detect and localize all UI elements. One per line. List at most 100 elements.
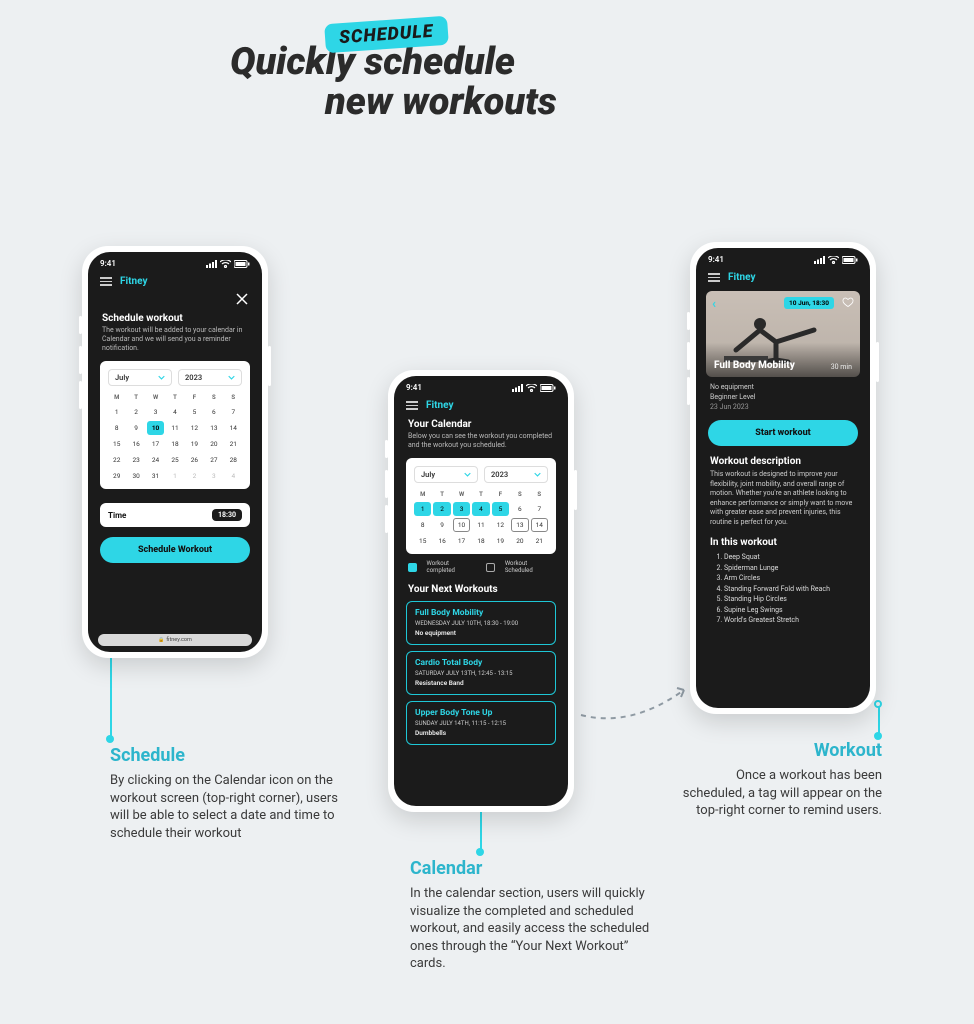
calendar-day[interactable]: 26 [186, 453, 203, 467]
workout-card-title: Upper Body Tone Up [415, 708, 547, 718]
calendar-day[interactable]: 29 [108, 469, 125, 483]
calendar-day[interactable]: 22 [108, 453, 125, 467]
calendar-day[interactable]: 7 [531, 502, 548, 516]
workout-card-meta: SATURDAY JULY 13TH, 12:45 - 13:15 [415, 670, 547, 677]
calendar-day[interactable]: 20 [511, 534, 528, 548]
calendar-day[interactable]: 10 [147, 421, 164, 435]
calendar-day[interactable]: 27 [205, 453, 222, 467]
calendar-dow: F [186, 392, 203, 403]
start-workout-button[interactable]: Start workout [708, 420, 858, 446]
time-picker[interactable]: Time 18:30 [100, 503, 250, 527]
calendar-day[interactable]: 2 [127, 405, 144, 419]
calendar-day[interactable]: 6 [205, 405, 222, 419]
calendar-day[interactable]: 21 [531, 534, 548, 548]
calendar-day[interactable]: 4 [225, 469, 242, 483]
calendar-day[interactable]: 5 [186, 405, 203, 419]
month-select[interactable]: July [108, 369, 172, 386]
calendar-day[interactable]: 15 [414, 534, 431, 548]
calendar-day[interactable]: 31 [147, 469, 164, 483]
workout-meta: No equipment Beginner Level 23 Jun 2023 [696, 377, 870, 414]
calendar-day[interactable]: 17 [453, 534, 470, 548]
menu-icon[interactable] [406, 401, 418, 410]
calendar-day[interactable]: 3 [147, 405, 164, 419]
calendar-legend: Workout completed Workout Scheduled [394, 554, 568, 582]
calendar-day[interactable]: 4 [472, 502, 489, 516]
legend-completed-label: Workout completed [427, 560, 477, 574]
schedule-subtitle: The workout will be added to your calend… [88, 324, 262, 361]
workout-card-meta: SUNDAY JULY 14TH, 11:15 - 12:15 [415, 720, 547, 727]
caption-title: Calendar [410, 858, 650, 879]
calendar-day[interactable]: 20 [205, 437, 222, 451]
calendar-day[interactable]: 9 [127, 421, 144, 435]
caption-calendar: Calendar In the calendar section, users … [410, 858, 650, 973]
phone-schedule: 9:41 Fitney Schedule workout The workout… [82, 246, 268, 658]
year-select[interactable]: 2023 [484, 466, 548, 483]
month-select[interactable]: July [414, 466, 478, 483]
calendar-day[interactable]: 4 [166, 405, 183, 419]
calendar-day[interactable]: 16 [433, 534, 450, 548]
calendar-day[interactable]: 17 [147, 437, 164, 451]
connector-line [878, 705, 880, 735]
calendar-day[interactable]: 14 [531, 518, 548, 532]
calendar-day[interactable]: 2 [186, 469, 203, 483]
calendar-day[interactable]: 15 [108, 437, 125, 451]
calendar-day[interactable]: 28 [225, 453, 242, 467]
calendar-day[interactable]: 24 [147, 453, 164, 467]
calendar-day[interactable]: 12 [186, 421, 203, 435]
calendar-day[interactable]: 25 [166, 453, 183, 467]
calendar-dow: S [511, 489, 528, 500]
calendar-day[interactable]: 8 [108, 421, 125, 435]
calendar-day[interactable]: 14 [225, 421, 242, 435]
calendar-day[interactable]: 11 [472, 518, 489, 532]
workout-card[interactable]: Cardio Total BodySATURDAY JULY 13TH, 12:… [406, 651, 556, 695]
calendar-subtitle: Below you can see the workout you comple… [394, 430, 568, 458]
next-workouts-title: Your Next Workouts [394, 582, 568, 601]
close-icon[interactable] [236, 293, 248, 307]
calendar-day[interactable]: 13 [205, 421, 222, 435]
year-select[interactable]: 2023 [178, 369, 242, 386]
calendar-day[interactable]: 19 [186, 437, 203, 451]
calendar-day[interactable]: 5 [492, 502, 509, 516]
menu-icon[interactable] [100, 277, 112, 286]
calendar-dow: S [225, 392, 242, 403]
calendar-day[interactable]: 23 [127, 453, 144, 467]
status-time: 9:41 [708, 255, 724, 264]
calendar-day[interactable]: 10 [453, 518, 470, 532]
calendar-day[interactable]: 18 [166, 437, 183, 451]
caption-body: In the calendar section, users will quic… [410, 885, 650, 973]
status-bar: 9:41 [696, 248, 870, 268]
calendar-day[interactable]: 30 [127, 469, 144, 483]
calendar-day[interactable]: 6 [511, 502, 528, 516]
calendar-day[interactable]: 13 [511, 518, 528, 532]
calendar-day[interactable]: 1 [414, 502, 431, 516]
menu-icon[interactable] [708, 273, 720, 282]
calendar-day[interactable]: 16 [127, 437, 144, 451]
brand-logo: Fitney [728, 272, 756, 283]
in-this-workout-title: In this workout [696, 527, 870, 552]
favorite-icon[interactable] [842, 296, 854, 310]
calendar-day[interactable]: 9 [433, 518, 450, 532]
workout-card[interactable]: Full Body MobilityWEDNESDAY JULY 10TH, 1… [406, 601, 556, 645]
calendar-day[interactable]: 8 [414, 518, 431, 532]
calendar-day[interactable]: 19 [492, 534, 509, 548]
schedule-title: Schedule workout [88, 307, 262, 324]
hero-title: Quickly schedule new workouts [230, 43, 790, 123]
exercise-item: Standing Hip Circles [724, 594, 856, 605]
calendar-day[interactable]: 3 [453, 502, 470, 516]
calendar-day[interactable]: 18 [472, 534, 489, 548]
calendar-day[interactable]: 2 [433, 502, 450, 516]
calendar-day[interactable]: 3 [205, 469, 222, 483]
workout-card-title: Full Body Mobility [415, 608, 547, 618]
exercise-item: World's Greatest Stretch [724, 615, 856, 626]
schedule-workout-button[interactable]: Schedule Workout [100, 537, 250, 563]
calendar-day[interactable]: 1 [166, 469, 183, 483]
exercise-item: Deep Squat [724, 552, 856, 563]
calendar-day[interactable]: 7 [225, 405, 242, 419]
calendar-day[interactable]: 21 [225, 437, 242, 451]
calendar-day[interactable]: 12 [492, 518, 509, 532]
calendar-day[interactable]: 11 [166, 421, 183, 435]
calendar-day[interactable]: 1 [108, 405, 125, 419]
back-icon[interactable]: ‹ [712, 297, 716, 312]
legend-completed-swatch [408, 563, 417, 572]
workout-card[interactable]: Upper Body Tone Up SUNDAY JULY 14TH, 11:1… [406, 701, 556, 745]
